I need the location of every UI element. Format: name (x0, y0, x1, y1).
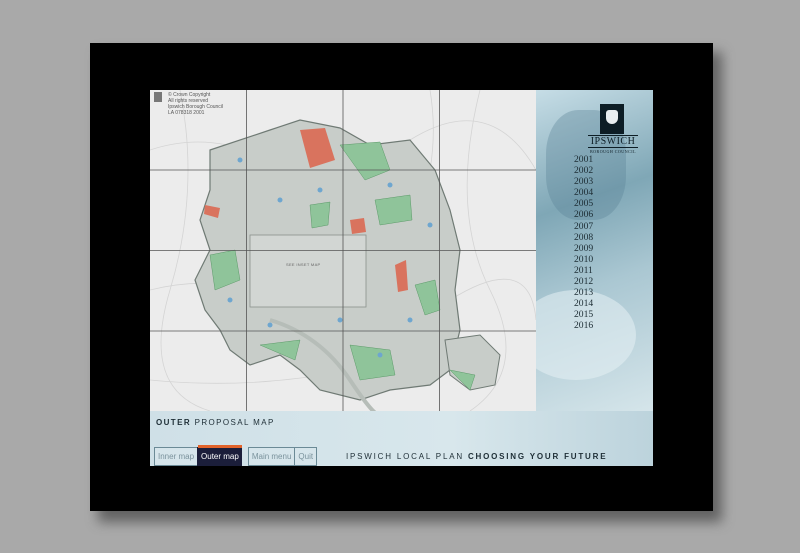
tagline-plain: IPSWICH LOCAL PLAN (346, 452, 464, 461)
decorative-panel: IPSWICH BOROUGH COUNCIL 2001 2002 2003 2… (536, 90, 653, 411)
year-item: 2001 (574, 154, 594, 165)
copyright-notice: © Crown Copyright All rights reserved Ip… (154, 92, 234, 116)
map-graphic (150, 90, 536, 411)
year-item: 2015 (574, 309, 594, 321)
bottom-bar: OUTER PROPOSAL MAP Inner map Outer map M… (150, 411, 653, 466)
year-item: 2003 (574, 176, 594, 188)
quit-button[interactable]: Quit (294, 447, 318, 466)
page-title: OUTER PROPOSAL MAP (156, 418, 275, 427)
tagline-bold: CHOOSING YOUR FUTURE (467, 452, 608, 461)
council-crest-icon (154, 92, 162, 102)
main-menu-button[interactable]: Main menu (247, 447, 295, 466)
page-title-bold: OUTER (156, 418, 191, 427)
year-item: 2013 (574, 287, 594, 299)
outer-map-button[interactable]: Outer map (197, 445, 242, 466)
year-item: 2006 (574, 209, 594, 221)
logo-name: IPSWICH (588, 135, 638, 148)
inner-map-button[interactable]: Inner map (154, 447, 198, 466)
year-item: 2005 (574, 198, 594, 210)
page-title-rest: PROPOSAL MAP (194, 418, 275, 427)
year-item: 2014 (574, 298, 594, 310)
year-item: 2009 (574, 242, 594, 254)
ipswich-logo: IPSWICH BOROUGH COUNCIL (588, 104, 638, 158)
year-item: 2007 (574, 220, 594, 232)
crest-icon (600, 104, 624, 134)
year-item: 2011 (574, 264, 593, 276)
nav-bar: Inner map Outer map Main menu Quit (154, 445, 318, 466)
year-item: 2012 (574, 276, 594, 288)
year-item: 2008 (574, 231, 594, 243)
year-item: 2016 (574, 320, 594, 332)
app-screen: © Crown Copyright All rights reserved Ip… (150, 90, 653, 466)
outer-proposal-map[interactable]: © Crown Copyright All rights reserved Ip… (150, 90, 536, 411)
inset-map-label: SEE INSET MAP (286, 262, 321, 267)
year-item: 2004 (574, 187, 594, 199)
years-list: 2001 2002 2003 2004 2005 2006 2007 2008 … (574, 154, 614, 332)
copyright-line: LA 078318 2001 (168, 110, 205, 116)
year-item: 2002 (574, 165, 594, 177)
year-item: 2010 (574, 253, 594, 265)
tagline: IPSWICH LOCAL PLAN CHOOSING YOUR FUTURE (346, 452, 607, 461)
